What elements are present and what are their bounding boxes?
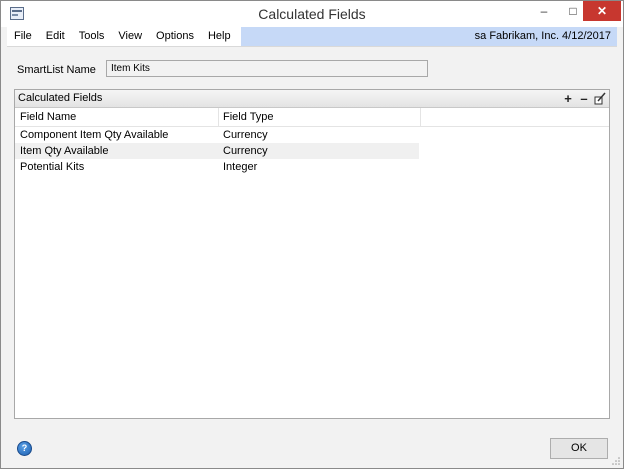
calculated-fields-window: Calculated Fields – □ ✕ File Edit Tools … bbox=[0, 0, 624, 469]
panel-title: Calculated Fields bbox=[18, 92, 103, 104]
column-headers: Field Name Field Type bbox=[15, 108, 609, 127]
table-row[interactable]: Component Item Qty Available Currency bbox=[15, 127, 419, 143]
column-header-field-name[interactable]: Field Name bbox=[20, 111, 76, 123]
user-company-date-status: sa Fabrikam, Inc. 4/12/2017 bbox=[241, 27, 617, 46]
close-button[interactable]: ✕ bbox=[583, 1, 621, 21]
remove-icon[interactable]: – bbox=[577, 90, 591, 107]
menu-items: File Edit Tools View Options Help bbox=[7, 27, 241, 46]
add-icon[interactable]: + bbox=[561, 90, 575, 107]
smartlist-name-field: Item Kits bbox=[106, 60, 428, 77]
field-type-cell: Currency bbox=[223, 145, 268, 157]
menu-options[interactable]: Options bbox=[149, 27, 201, 46]
edit-icon[interactable] bbox=[593, 90, 607, 107]
help-icon[interactable]: ? bbox=[17, 441, 32, 456]
menu-view[interactable]: View bbox=[111, 27, 149, 46]
field-name-cell: Potential Kits bbox=[20, 161, 85, 173]
column-header-field-type[interactable]: Field Type bbox=[223, 111, 274, 123]
table-row[interactable]: Potential Kits Integer bbox=[15, 159, 419, 175]
minimize-button[interactable]: – bbox=[530, 1, 558, 21]
calculated-fields-panel: Calculated Fields + – Field Name Field T… bbox=[14, 89, 610, 419]
ok-button[interactable]: OK bbox=[550, 438, 608, 459]
menu-bar: File Edit Tools View Options Help sa Fab… bbox=[7, 27, 617, 47]
resize-grip-icon[interactable] bbox=[611, 456, 621, 466]
field-type-cell: Integer bbox=[223, 161, 258, 173]
column-divider bbox=[218, 108, 219, 126]
menu-file[interactable]: File bbox=[7, 27, 39, 46]
table-row[interactable]: Item Qty Available Currency bbox=[15, 143, 419, 159]
field-name-cell: Component Item Qty Available bbox=[20, 129, 169, 141]
field-name-cell: Item Qty Available bbox=[20, 145, 109, 157]
menu-tools[interactable]: Tools bbox=[72, 27, 112, 46]
field-type-cell: Currency bbox=[223, 129, 268, 141]
menu-help[interactable]: Help bbox=[201, 27, 238, 46]
menu-edit[interactable]: Edit bbox=[39, 27, 72, 46]
panel-header: Calculated Fields + – bbox=[15, 90, 609, 108]
column-divider bbox=[420, 108, 421, 126]
smartlist-name-label: SmartList Name bbox=[17, 64, 96, 76]
title-bar: Calculated Fields – □ ✕ bbox=[1, 1, 623, 27]
